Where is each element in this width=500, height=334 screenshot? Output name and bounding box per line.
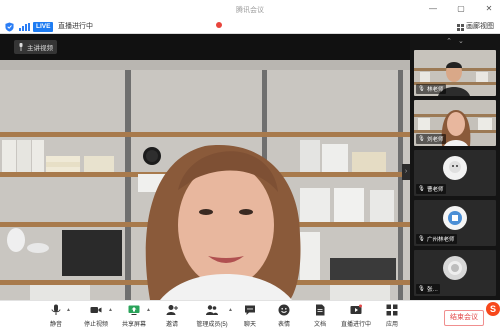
document-button[interactable]: 文档 xyxy=(302,304,338,334)
invite-button[interactable]: 邀请 xyxy=(154,304,190,334)
minimize-icon[interactable]: — xyxy=(428,5,438,13)
live-broadcast-icon xyxy=(350,304,362,314)
gallery-view-label: 画廊视图 xyxy=(466,23,494,30)
participant-tile[interactable]: 🎙 张… xyxy=(414,250,496,296)
meeting-window: 腾讯会议 — ▢ ✕ LIVE 直播进行中 画廊视图 主讲视频 › ⌃ ⌄ 🎙 … xyxy=(0,0,500,334)
scroll-down-icon[interactable]: ⌄ xyxy=(458,37,464,45)
scroll-up-icon[interactable]: ⌃ xyxy=(446,37,452,45)
chevron-up-icon[interactable]: ▲ xyxy=(108,307,113,313)
status-bar: LIVE 直播进行中 画廊视图 xyxy=(0,21,500,34)
emoji-icon xyxy=(278,304,290,316)
speaker-chip[interactable]: 主讲视频 xyxy=(14,40,57,54)
window-controls: — ▢ ✕ xyxy=(428,5,494,13)
microphone-icon: 🎙 xyxy=(418,236,425,242)
recording-dot-icon xyxy=(216,22,222,28)
avatar xyxy=(443,156,467,180)
participant-tile[interactable]: 🎙 广州林老师 xyxy=(414,200,496,246)
stage-header: 主讲视频 xyxy=(0,34,410,60)
manage-members-button[interactable]: 管理成员(5) xyxy=(194,304,230,334)
title-bar: 腾讯会议 — ▢ ✕ LIVE 直播进行中 画廊视图 xyxy=(0,0,500,34)
document-icon xyxy=(316,304,325,316)
chevron-up-icon[interactable]: ▲ xyxy=(66,307,71,313)
microphone-icon: 🎙 xyxy=(418,286,425,292)
live-broadcast-button[interactable]: 直播进行中 xyxy=(338,304,374,334)
microphone-icon: 🎙 xyxy=(418,86,425,92)
speaker-video-frame xyxy=(0,60,410,300)
avatar xyxy=(443,256,467,280)
speaker-chip-label: 主讲视频 xyxy=(27,45,53,52)
microphone-icon: 🎙 xyxy=(418,186,425,192)
window-title: 腾讯会议 xyxy=(236,7,264,14)
participant-tile[interactable]: 🎙 刘老师 xyxy=(414,100,496,146)
live-status-text: 直播进行中 xyxy=(58,23,93,30)
chat-icon xyxy=(245,305,255,315)
participant-label: 🎙 林老师 xyxy=(416,84,446,94)
participant-label: 🎙 刘老师 xyxy=(416,134,446,144)
participant-label: 🎙 张… xyxy=(416,284,440,294)
end-meeting-button[interactable]: 结束会议 xyxy=(444,310,484,326)
main-video-stage: 主讲视频 › xyxy=(0,34,410,300)
brand-logo: S xyxy=(486,302,500,316)
participant-tile[interactable]: 🎙 林老师 xyxy=(414,50,496,96)
share-screen-icon xyxy=(128,305,140,315)
participant-label: 🎙 曹老师 xyxy=(416,184,446,194)
shield-icon[interactable] xyxy=(5,22,14,32)
participant-label: 🎙 广州林老师 xyxy=(416,234,457,244)
close-icon[interactable]: ✕ xyxy=(484,5,494,13)
signal-icon[interactable] xyxy=(19,23,30,31)
microphone-icon: 🎙 xyxy=(418,136,425,142)
microphone-icon xyxy=(51,304,61,315)
panel-scroll-controls: ⌃ ⌄ xyxy=(410,34,500,48)
maximize-icon[interactable]: ▢ xyxy=(456,5,466,13)
live-badge: LIVE xyxy=(33,22,54,32)
video-camera-icon xyxy=(90,307,102,313)
scroll-right-arrow-icon[interactable]: › xyxy=(402,164,410,180)
speaker-video[interactable] xyxy=(0,60,410,300)
pin-icon xyxy=(19,43,23,51)
gallery-view-button[interactable]: 画廊视图 xyxy=(457,22,494,32)
apps-icon xyxy=(386,304,398,316)
apps-button[interactable]: 应用 xyxy=(374,304,410,334)
chat-button[interactable]: 聊天 xyxy=(232,304,268,334)
invite-user-icon xyxy=(166,305,178,315)
emoji-button[interactable]: 表情 xyxy=(266,304,302,334)
members-icon xyxy=(206,305,218,315)
participant-tile[interactable]: 🎙 曹老师 xyxy=(414,150,496,196)
avatar xyxy=(443,206,467,230)
chevron-up-icon[interactable]: ▲ xyxy=(146,307,151,313)
grid-icon xyxy=(457,23,464,31)
meeting-toolbar: 静音 ▲ 停止视频 ▲ 共享屏幕 ▲ 邀请 管理成员(5) ▲ 聊天 表情 文档… xyxy=(0,300,500,334)
participant-panel: ⌃ ⌄ 🎙 林老师 主讲 xyxy=(410,34,500,300)
